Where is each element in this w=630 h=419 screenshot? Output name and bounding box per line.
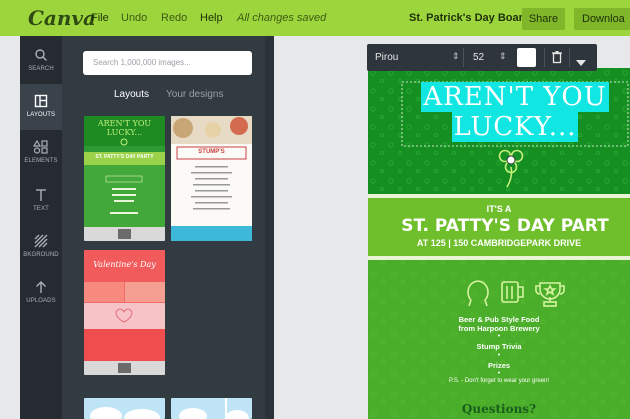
layout-thumb-st-patricks[interactable]: AREN'T YOU LUCKY... ST. PATTY'S DAY PART… xyxy=(84,116,165,241)
sidebar-item-label: LAYOUTS xyxy=(26,112,56,118)
download-button[interactable]: Downloa xyxy=(574,8,630,30)
headline-line-1-wrap: AREN'T YOU xyxy=(402,82,628,112)
panel-scrollbar[interactable] xyxy=(265,36,274,419)
item-prizes[interactable]: Prizes xyxy=(368,361,630,370)
headline-line-1: AREN'T YOU xyxy=(421,82,609,112)
layouts-panel: Search 1,000,000 images... Layouts Your … xyxy=(62,36,274,419)
sidebar-item-label: BKGROUND xyxy=(23,252,59,258)
font-size-select[interactable]: 52 xyxy=(473,52,484,63)
sidebar-item-search[interactable]: SEARCH xyxy=(20,38,62,84)
save-status: All changes saved xyxy=(237,12,327,24)
left-sidebar: SEARCH LAYOUTS ELEMENTS TEXT BKGROUND UP… xyxy=(20,36,62,419)
font-size-arrows-icon[interactable]: ⇕ xyxy=(499,51,507,62)
questions-heading[interactable]: Questions? xyxy=(368,402,630,416)
note-text[interactable]: P.S. - Don't forget to wear your green! xyxy=(368,378,630,384)
thumb-heading: STUMP'S xyxy=(198,149,225,155)
top-bar: Canva File Undo Redo Help All changes sa… xyxy=(0,0,630,36)
chevron-down-icon[interactable] xyxy=(576,54,586,72)
sidebar-item-elements[interactable]: ELEMENTS xyxy=(20,130,62,176)
design-page: AREN'T YOU LUCKY... IT'S A ST. PATTY'S D… xyxy=(368,68,630,419)
sidebar-item-label: SEARCH xyxy=(28,66,54,72)
menu-undo[interactable]: Undo xyxy=(121,12,147,24)
font-select-arrows-icon[interactable]: ⇕ xyxy=(452,51,460,62)
search-icon xyxy=(20,48,62,64)
text-color-swatch[interactable] xyxy=(517,48,536,67)
share-button[interactable]: Share xyxy=(522,8,565,30)
text-toolbar: Pirou ⇕ 52 ⇕ xyxy=(367,44,597,71)
bullet-2: • xyxy=(497,352,501,359)
menu-file[interactable]: File xyxy=(91,12,109,24)
item-food-line-1[interactable]: Beer & Pub Style Food xyxy=(368,315,630,324)
image-search-input[interactable]: Search 1,000,000 images... xyxy=(83,51,252,75)
headline-line-2-wrap: LUCKY... xyxy=(402,112,628,142)
its-a-text[interactable]: IT'S A xyxy=(368,204,630,214)
thumb-subheading: ST. PATTY'S DAY PARTY xyxy=(95,154,154,160)
item-food-line-2[interactable]: from Harpoon Brewery xyxy=(368,324,630,333)
layout-thumb-sky-2[interactable] xyxy=(171,398,252,419)
toolbar-divider xyxy=(463,48,464,67)
item-trivia[interactable]: Stump Trivia xyxy=(368,342,630,351)
sidebar-item-layouts[interactable]: LAYOUTS xyxy=(20,84,62,130)
sidebar-item-label: TEXT xyxy=(33,206,49,212)
menu-redo[interactable]: Redo xyxy=(161,12,187,24)
sidebar-item-text[interactable]: TEXT xyxy=(20,178,62,224)
sidebar-item-background[interactable]: BKGROUND xyxy=(20,224,62,270)
canva-logo[interactable]: Canva xyxy=(28,6,96,30)
editor-canvas: AREN'T YOU LUCKY... IT'S A ST. PATTY'S D… xyxy=(274,36,630,419)
headline-text-box[interactable]: AREN'T YOU LUCKY... xyxy=(402,82,628,146)
design-title[interactable]: St. Patrick's Day Board xyxy=(409,12,530,24)
headline-line-2: LUCKY... xyxy=(451,112,579,142)
elements-icon xyxy=(20,139,62,156)
layout-thumb-sky[interactable] xyxy=(84,398,165,419)
sidebar-item-label: ELEMENTS xyxy=(24,158,58,164)
sidebar-item-uploads[interactable]: UPLOADS xyxy=(20,270,62,316)
layouts-icon xyxy=(20,94,62,110)
thumb-heading: AREN'T YOU LUCKY... xyxy=(97,119,152,137)
toolbar-divider xyxy=(544,48,545,67)
tab-layouts[interactable]: Layouts xyxy=(114,89,149,100)
font-select[interactable]: Pirou xyxy=(375,52,398,63)
bullet-1: • xyxy=(497,333,501,340)
party-title[interactable]: ST. PATTY'S DAY PART xyxy=(368,216,630,236)
menu-help[interactable]: Help xyxy=(200,12,223,24)
thumb-heading: Valentine's Day xyxy=(93,260,156,269)
party-address[interactable]: AT 125 | 150 CAMBRIDGEPARK DRIVE xyxy=(368,238,630,248)
text-icon xyxy=(20,188,62,204)
layout-thumb-valentines[interactable]: Valentine's Day xyxy=(84,250,165,375)
background-icon xyxy=(20,234,62,250)
toolbar-divider xyxy=(569,48,570,67)
upload-icon xyxy=(20,280,62,296)
tab-your-designs[interactable]: Your designs xyxy=(166,89,223,100)
bullet-3: • xyxy=(497,370,501,377)
layout-thumb-stumps-menu[interactable]: STUMP'S xyxy=(171,116,252,241)
sidebar-item-label: UPLOADS xyxy=(26,298,56,304)
trash-icon[interactable] xyxy=(551,50,563,69)
